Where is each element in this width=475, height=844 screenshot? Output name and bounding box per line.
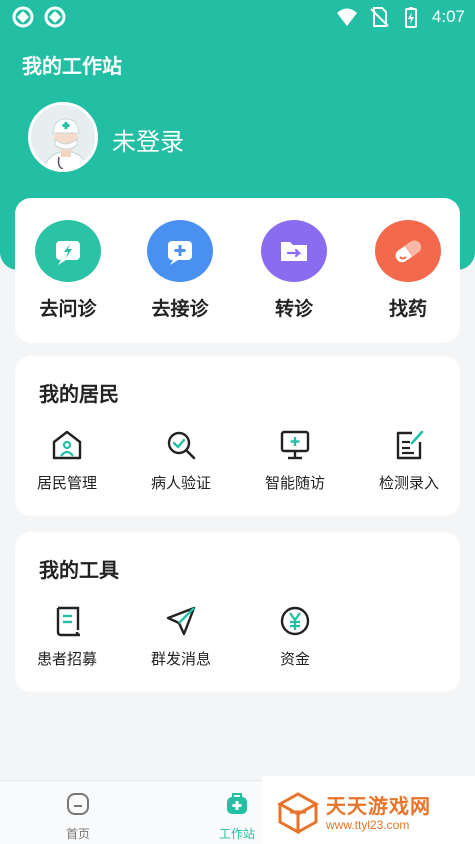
notification-app-icon xyxy=(12,6,34,28)
search-check-icon xyxy=(167,431,196,460)
tools-title: 我的工具 xyxy=(39,558,119,582)
watermark-url: www.ttyl23.com xyxy=(326,818,410,832)
quick-action-label: 去接诊 xyxy=(151,298,209,320)
grid-item-test-entry[interactable]: 检测录入 xyxy=(359,428,459,493)
plus-chat-icon xyxy=(147,220,213,282)
avatar[interactable] xyxy=(28,102,98,172)
nav-item-workstation[interactable]: 工作站 xyxy=(207,791,267,842)
residents-card: 我的居民 居民管理 病人验证 智能随访 检测录入 xyxy=(15,356,460,516)
login-status[interactable]: 未登录 xyxy=(112,122,184,157)
grid-item-patient-recruit[interactable]: 患者招募 xyxy=(17,604,117,669)
status-bar: 4:07 xyxy=(0,0,475,34)
page-title: 我的工作站 xyxy=(22,54,122,78)
house-person-icon xyxy=(52,430,82,460)
quick-action-find-drug[interactable]: 找药 xyxy=(363,220,453,321)
grid-item-resident-management[interactable]: 居民管理 xyxy=(17,428,117,493)
residents-title: 我的居民 xyxy=(39,382,119,406)
yen-coin-icon xyxy=(280,606,310,636)
lightning-chat-icon xyxy=(35,220,101,282)
grid-label: 资金 xyxy=(279,650,310,668)
notification-app-icon-2 xyxy=(44,6,66,28)
grid-label: 病人验证 xyxy=(150,474,211,492)
quick-action-label: 找药 xyxy=(388,298,427,320)
grid-label: 智能随访 xyxy=(264,474,325,492)
quick-action-label: 转诊 xyxy=(274,298,313,320)
grid-label: 居民管理 xyxy=(36,474,97,492)
home-icon xyxy=(67,793,89,815)
tools-card: 我的工具 患者招募 群发消息 资金 xyxy=(15,532,460,692)
quick-actions-card: 去问诊 去接诊 转诊 找药 xyxy=(15,198,460,343)
grid-item-mass-message[interactable]: 群发消息 xyxy=(131,604,231,669)
status-time: 4:07 xyxy=(431,7,465,26)
watermark-logo-icon xyxy=(276,792,320,834)
pill-icon xyxy=(375,220,441,282)
no-sim-icon xyxy=(370,7,389,27)
monitor-plus-icon xyxy=(280,430,310,460)
quick-action-receive[interactable]: 去接诊 xyxy=(135,220,225,321)
watermark-title: 天天游戏网 xyxy=(326,794,431,818)
send-icon xyxy=(166,606,196,636)
nav-label: 工作站 xyxy=(218,827,255,841)
grid-item-patient-verify[interactable]: 病人验证 xyxy=(131,428,231,493)
quick-action-label: 去问诊 xyxy=(39,298,97,320)
grid-item-smart-followup[interactable]: 智能随访 xyxy=(245,428,345,493)
quick-action-transfer[interactable]: 转诊 xyxy=(249,220,339,321)
grid-label: 检测录入 xyxy=(378,474,439,492)
edit-document-icon xyxy=(396,430,424,460)
grid-item-funds[interactable]: 资金 xyxy=(245,604,345,669)
wifi-icon xyxy=(336,8,357,26)
grid-label: 群发消息 xyxy=(150,650,211,668)
quick-action-consult[interactable]: 去问诊 xyxy=(23,220,113,321)
folder-transfer-icon xyxy=(261,220,327,282)
scroll-document-icon xyxy=(56,606,81,637)
medical-bag-icon xyxy=(227,793,247,814)
grid-label: 患者招募 xyxy=(36,650,97,668)
battery-charging-icon xyxy=(404,7,417,28)
nav-item-home[interactable]: 首页 xyxy=(48,791,108,842)
watermark: 天天游戏网 www.ttyl23.com xyxy=(262,776,475,844)
nav-label: 首页 xyxy=(65,827,90,841)
